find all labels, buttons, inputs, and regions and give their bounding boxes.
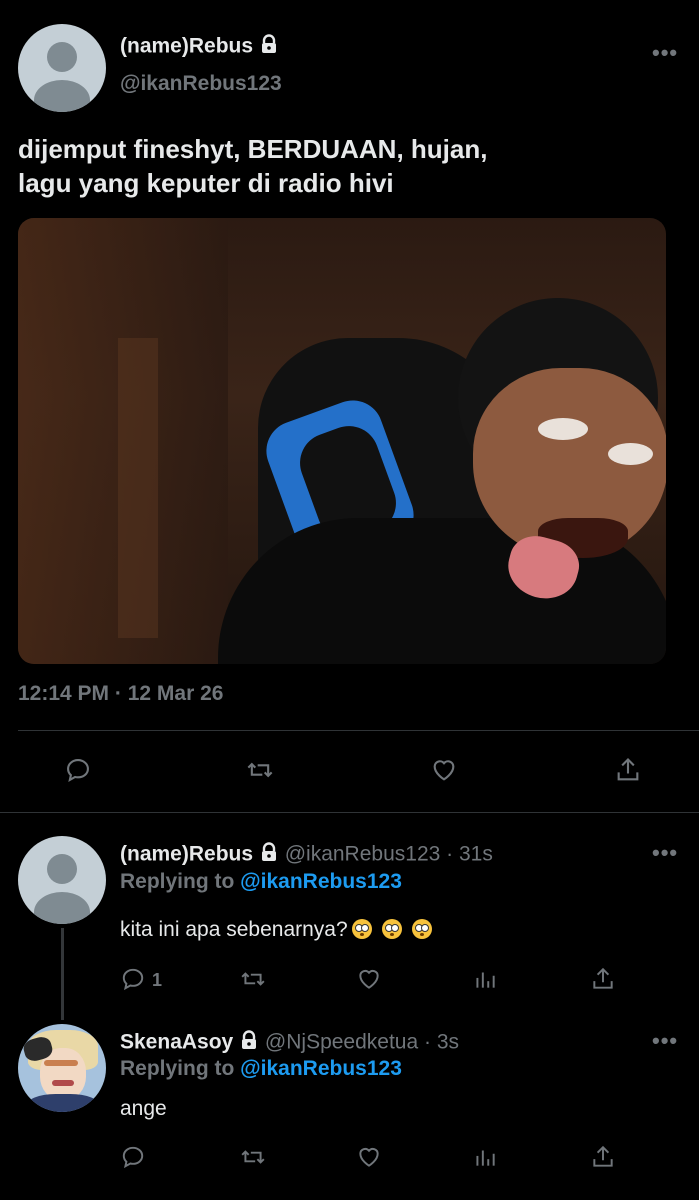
author-handle-time[interactable]: @ikanRebus123 · 31s [285,843,493,866]
tweet-timestamp[interactable]: 12:14 PM · 12 Mar 26 [18,682,223,706]
replying-to: Replying to @ikanRebus123 [120,1057,402,1081]
share-icon[interactable] [590,1144,616,1170]
author-name-text: (name)Rebus [120,34,254,58]
avatar[interactable] [18,836,106,924]
tweet-text-line-2: lagu yang keputer di radio hivi [18,168,394,198]
analytics-icon[interactable] [472,966,498,992]
like-icon[interactable] [430,756,458,784]
author-handle-time[interactable]: @NjSpeedketua · 3s [265,1031,459,1054]
reply-text: kita ini apa sebenarnya? [120,918,432,942]
thread-line [61,928,64,1020]
replying-to-link[interactable]: @ikanRebus123 [240,870,402,893]
share-icon[interactable] [590,966,616,992]
lock-icon [239,1030,259,1056]
avatar[interactable] [18,24,106,112]
reply-header: (name)Rebus @ikanRebus123 · 31s [120,842,493,868]
more-options-button[interactable]: ••• [652,840,678,866]
like-icon[interactable] [356,966,382,992]
more-options-button[interactable]: ••• [652,40,678,66]
flushed-face-emoji [381,919,402,939]
reply-icon[interactable] [64,756,92,784]
reply-text: ange [120,1097,167,1120]
author-name[interactable]: (name)Rebus [120,843,253,866]
retweet-icon[interactable] [240,1144,266,1170]
author-handle[interactable]: @ikanRebus123 [120,72,282,96]
replying-to: Replying to @ikanRebus123 [120,870,402,894]
tweet-text-line-1: dijemput fineshyt, BERDUAAN, hujan, [18,134,488,164]
divider [0,812,699,813]
author-name[interactable]: (name)Rebus [120,34,279,60]
reply-icon[interactable] [120,1144,146,1170]
tweet-image[interactable] [18,218,666,664]
reply-header: SkenaAsoy @NjSpeedketua · 3s [120,1030,459,1056]
retweet-icon[interactable] [246,756,274,784]
avatar[interactable] [18,1024,106,1112]
retweet-icon[interactable] [240,966,266,992]
like-icon[interactable] [356,1144,382,1170]
replying-to-label: Replying to [120,870,241,893]
share-icon[interactable] [614,756,642,784]
more-options-button[interactable]: ••• [652,1028,678,1054]
divider [18,730,699,731]
reply-count: 1 [152,970,163,990]
flushed-face-emoji [351,919,372,939]
flushed-face-emoji [411,919,432,939]
reply-icon[interactable] [120,966,146,992]
replying-to-label: Replying to [120,1057,241,1080]
analytics-icon[interactable] [472,1144,498,1170]
author-name[interactable]: SkenaAsoy [120,1031,233,1054]
lock-icon [259,34,279,60]
replying-to-link[interactable]: @ikanRebus123 [240,1057,402,1080]
reply-text-content: kita ini apa sebenarnya? [120,918,348,941]
lock-icon [259,842,279,868]
tweet-text: dijemput fineshyt, BERDUAAN, hujan, lagu… [18,132,487,200]
